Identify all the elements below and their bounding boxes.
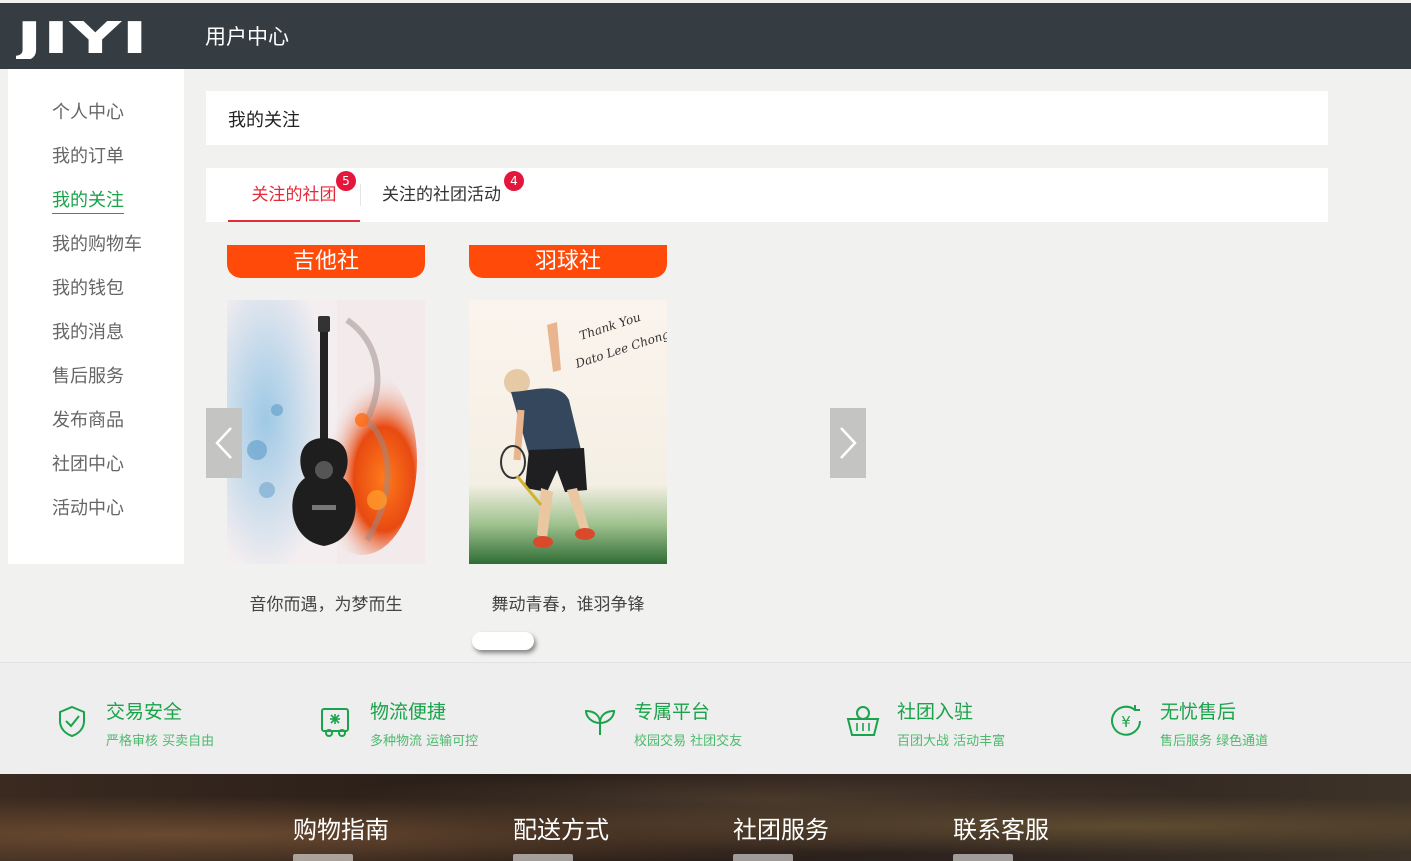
feature-subtitle: 百团大战 活动丰富 (897, 734, 1006, 749)
footer-heading-delivery: 配送方式 (513, 816, 609, 844)
follow-tabs: 关注的社团 5 关注的社团活动 4 (206, 168, 1328, 222)
sidebar-item-wallet[interactable]: 我的钱包 (52, 277, 124, 301)
sprout-icon (584, 709, 616, 735)
feature-strip: 交易安全 严格审核 买卖自由 物流便捷 多种物流 运输可控 专属平台 校园交易 … (0, 662, 1411, 774)
feature-title: 物流便捷 (370, 701, 447, 723)
sidebar-item-publish[interactable]: 发布商品 (52, 409, 124, 433)
basket-icon (846, 706, 880, 736)
feature-subtitle: 严格审核 买卖自由 (106, 734, 215, 749)
footer-heading-customer-service: 联系客服 (953, 816, 1049, 844)
yen-cycle-icon: ¥ (1111, 705, 1141, 736)
top-header: JIYI 用户中心 (0, 3, 1411, 69)
carousel-prev-button[interactable] (206, 408, 242, 478)
badminton-club-image[interactable]: Thank You Dato Lee Chong Wei (469, 300, 667, 564)
feature-title: 社团入驻 (897, 701, 974, 723)
sidebar-item-profile[interactable]: 个人中心 (52, 101, 124, 125)
feature-title: 无忧售后 (1160, 701, 1237, 723)
sidebar-item-club-center[interactable]: 社团中心 (52, 453, 124, 477)
badge-followed-activities: 4 (504, 171, 524, 191)
footer-heading-shopping-guide: 购物指南 (293, 816, 389, 844)
tab-label: 关注的社团 (251, 185, 337, 205)
guitar-club-image[interactable] (227, 300, 425, 564)
svg-text:JIYI: JIYI (16, 15, 148, 59)
delivery-truck-icon (321, 708, 349, 737)
badge-followed-clubs: 5 (336, 171, 356, 191)
club-name-banner[interactable]: 羽球社 (469, 245, 667, 278)
feature-subtitle: 多种物流 运输可控 (370, 734, 479, 749)
shield-check-icon (59, 705, 85, 738)
feature-title: 专属平台 (634, 701, 711, 723)
carousel-pagination-dot[interactable] (472, 632, 534, 650)
chevron-right-icon (840, 427, 857, 459)
sidebar-item-after-sales[interactable]: 售后服务 (52, 365, 124, 389)
footer-link[interactable] (513, 854, 573, 861)
sidebar-item-orders[interactable]: 我的订单 (52, 145, 124, 169)
footer-link[interactable] (953, 854, 1013, 861)
svg-text:¥: ¥ (1121, 713, 1131, 731)
tab-label: 关注的社团活动 (382, 185, 501, 205)
sidebar-item-messages[interactable]: 我的消息 (52, 321, 124, 345)
sidebar-item-cart[interactable]: 我的购物车 (52, 233, 142, 257)
club-name-banner[interactable]: 吉他社 (227, 245, 425, 278)
feature-title: 交易安全 (106, 701, 183, 723)
club-slogan: 舞动青春，谁羽争锋 (491, 595, 645, 615)
sidebar-item-activity-center[interactable]: 活动中心 (52, 497, 124, 521)
tab-followed-activities[interactable]: 关注的社团活动 (382, 168, 501, 222)
site-footer: 购物指南 配送方式 社团服务 联系客服 (0, 774, 1411, 861)
feature-subtitle: 校园交易 社团交友 (634, 734, 743, 749)
club-slogan: 音你而遇，为梦而生 (249, 595, 403, 615)
feature-subtitle: 售后服务 绿色通道 (1160, 734, 1269, 749)
tab-divider (360, 184, 361, 206)
jiyi-logo[interactable]: JIYI (16, 15, 150, 59)
panel-title: 我的关注 (206, 91, 1328, 145)
sidebar: 个人中心 我的订单 我的关注 我的购物车 我的钱包 我的消息 售后服务 发布商品… (8, 69, 184, 564)
footer-heading-club-service: 社团服务 (733, 816, 829, 844)
chevron-left-icon (215, 427, 232, 459)
footer-link[interactable] (293, 854, 353, 861)
carousel-next-button[interactable] (830, 408, 866, 478)
sidebar-item-follows[interactable]: 我的关注 (52, 189, 124, 214)
header-title: 用户中心 (205, 25, 289, 49)
page-title: 我的关注 (228, 110, 300, 131)
footer-link[interactable] (733, 854, 793, 861)
